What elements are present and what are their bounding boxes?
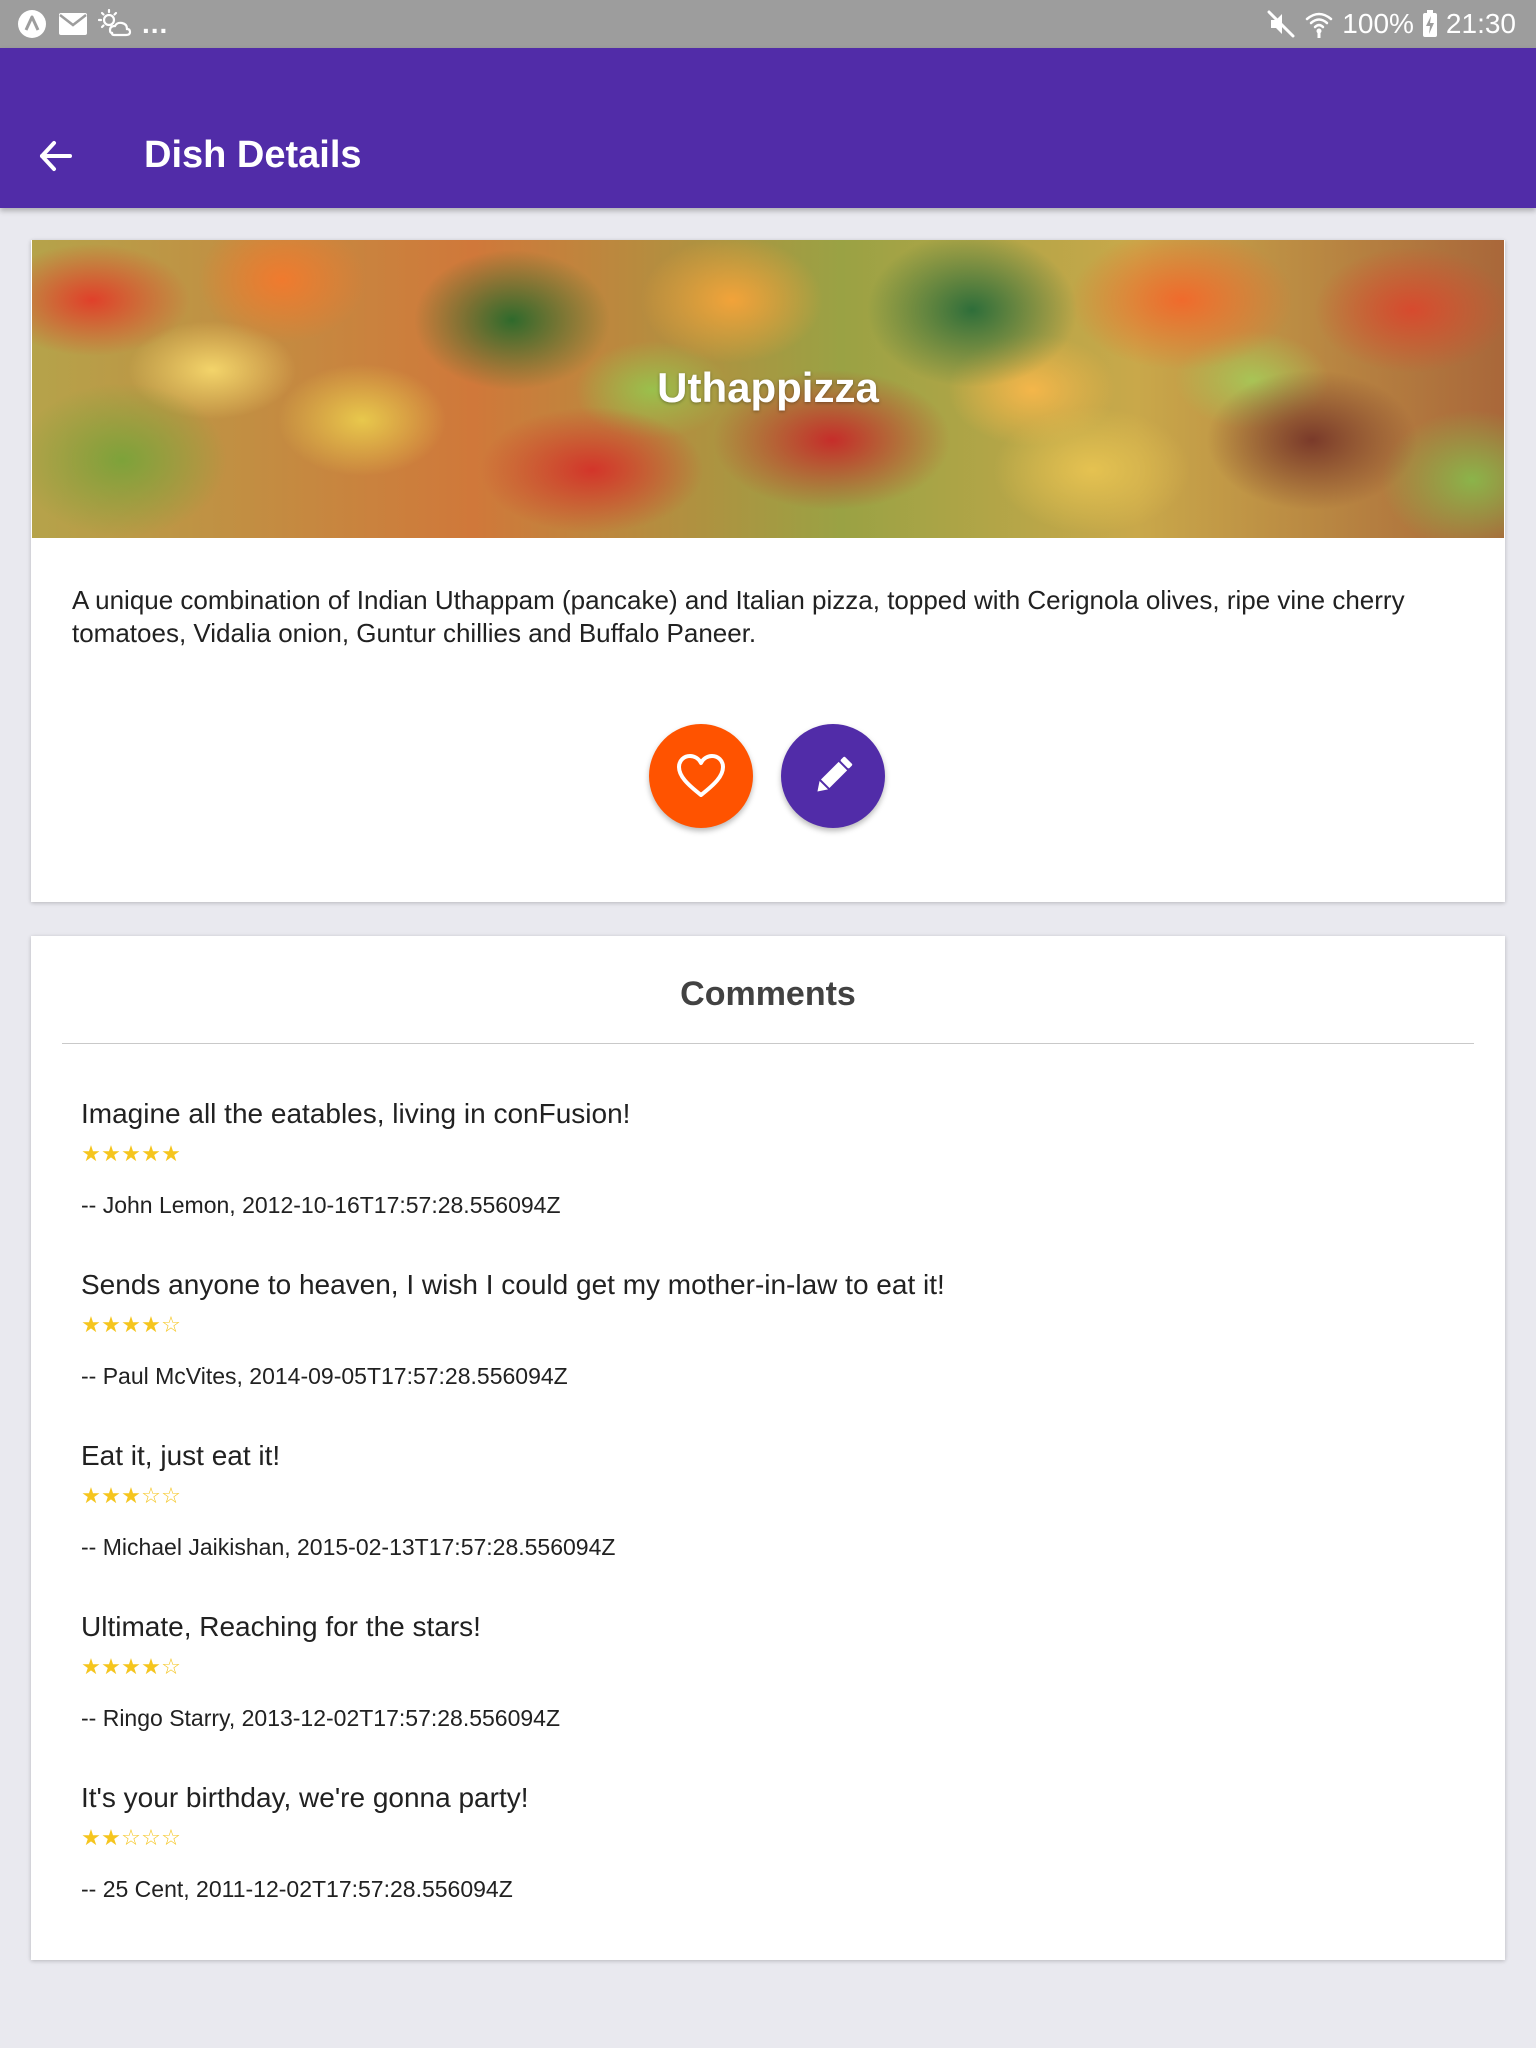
star-filled-icon: ★	[81, 1655, 101, 1680]
star-filled-icon: ★	[81, 1142, 101, 1167]
star-filled-icon: ★	[121, 1484, 141, 1509]
star-filled-icon: ★	[81, 1484, 101, 1509]
star-filled-icon: ★	[101, 1484, 121, 1509]
page-title: Dish Details	[144, 134, 362, 176]
star-filled-icon: ★	[121, 1655, 141, 1680]
favorite-button[interactable]	[649, 724, 753, 828]
star-filled-icon: ★	[141, 1142, 161, 1167]
comment-text: It's your birthday, we're gonna party!	[81, 1782, 529, 1813]
add-comment-button[interactable]	[781, 724, 885, 828]
star-empty-icon: ☆	[161, 1655, 181, 1680]
star-filled-icon: ★	[81, 1313, 101, 1338]
star-empty-icon: ☆	[141, 1826, 161, 1851]
status-right-icons: 100% 21:30	[1266, 0, 1516, 48]
battery-percent: 100%	[1342, 8, 1414, 39]
comment-author-date: -- John Lemon, 2012-10-16T17:57:28.55609…	[81, 1192, 561, 1218]
star-empty-icon: ☆	[161, 1826, 181, 1851]
wifi-icon	[1304, 9, 1334, 39]
dish-card: Uthappizza A unique combination of India…	[31, 240, 1505, 902]
star-rating: ★ ★ ★ ★ ☆	[81, 1655, 181, 1681]
star-filled-icon: ★	[121, 1313, 141, 1338]
comment-text: Ultimate, Reaching for the stars!	[81, 1611, 481, 1642]
star-filled-icon: ★	[101, 1313, 121, 1338]
comment-item: Ultimate, Reaching for the stars! ★ ★ ★ ★ ☆ …	[81, 1609, 1461, 1769]
status-overflow-indicator: ...	[142, 8, 169, 39]
pencil-icon	[817, 756, 853, 792]
star-empty-icon: ☆	[121, 1826, 141, 1851]
comment-text: Imagine all the eatables, living in conF…	[81, 1098, 631, 1129]
clock: 21:30	[1445, 8, 1516, 39]
star-filled-icon: ★	[141, 1313, 161, 1338]
star-filled-icon: ★	[101, 1655, 121, 1680]
weather-icon	[98, 9, 132, 39]
star-rating: ★ ★ ★ ☆ ☆	[81, 1484, 181, 1510]
comment-author-date: -- Paul McVites, 2014-09-05T17:57:28.556…	[81, 1363, 568, 1389]
star-filled-icon: ★	[121, 1142, 141, 1167]
comment-author-date: -- Michael Jaikishan, 2015-02-13T17:57:2…	[81, 1534, 616, 1560]
comment-item: Imagine all the eatables, living in conF…	[81, 1096, 1461, 1256]
comment-author-date: -- Ringo Starry, 2013-12-02T17:57:28.556…	[81, 1705, 561, 1731]
app-notification-icon	[16, 8, 48, 40]
heart-outline-icon	[677, 754, 725, 797]
back-button[interactable]	[24, 124, 88, 188]
app-bar: Dish Details	[0, 48, 1536, 208]
status-left-icons: ...	[16, 7, 168, 41]
star-empty-icon: ☆	[161, 1313, 181, 1338]
star-filled-icon: ★	[81, 1826, 101, 1851]
arrow-left-icon	[40, 141, 72, 171]
star-rating: ★ ★ ☆ ☆ ☆	[81, 1826, 181, 1852]
mail-icon	[58, 12, 88, 36]
star-filled-icon: ★	[161, 1142, 181, 1167]
comment-item: Sends anyone to heaven, I wish I could g…	[81, 1267, 1461, 1427]
comments-card: Comments Imagine all the eatables, livin…	[31, 936, 1505, 1960]
star-rating: ★ ★ ★ ★ ★	[81, 1142, 181, 1168]
star-rating: ★ ★ ★ ★ ☆	[81, 1313, 181, 1339]
comments-title: Comments	[680, 975, 856, 1013]
star-empty-icon: ☆	[141, 1484, 161, 1509]
dish-description: A unique combination of Indian Uthappam …	[72, 585, 1405, 648]
comment-text: Sends anyone to heaven, I wish I could g…	[81, 1269, 945, 1300]
mute-icon	[1266, 9, 1296, 39]
comment-author-date: -- 25 Cent, 2011-12-02T17:57:28.556094Z	[81, 1876, 513, 1902]
comment-text: Eat it, just eat it!	[81, 1440, 281, 1471]
dish-name: Uthappizza	[657, 364, 879, 411]
divider	[62, 1043, 1474, 1044]
status-bar: ... 100% 21:30	[0, 0, 1536, 48]
star-filled-icon: ★	[101, 1826, 121, 1851]
comment-item: It's your birthday, we're gonna party! ★…	[81, 1780, 1461, 1940]
battery-charging-icon	[1422, 10, 1438, 38]
star-filled-icon: ★	[141, 1655, 161, 1680]
star-filled-icon: ★	[101, 1142, 121, 1167]
star-empty-icon: ☆	[161, 1484, 181, 1509]
dish-image: Uthappizza	[32, 240, 1504, 538]
comment-item: Eat it, just eat it! ★ ★ ★ ☆ ☆ -- Michael Ja…	[81, 1438, 1461, 1598]
